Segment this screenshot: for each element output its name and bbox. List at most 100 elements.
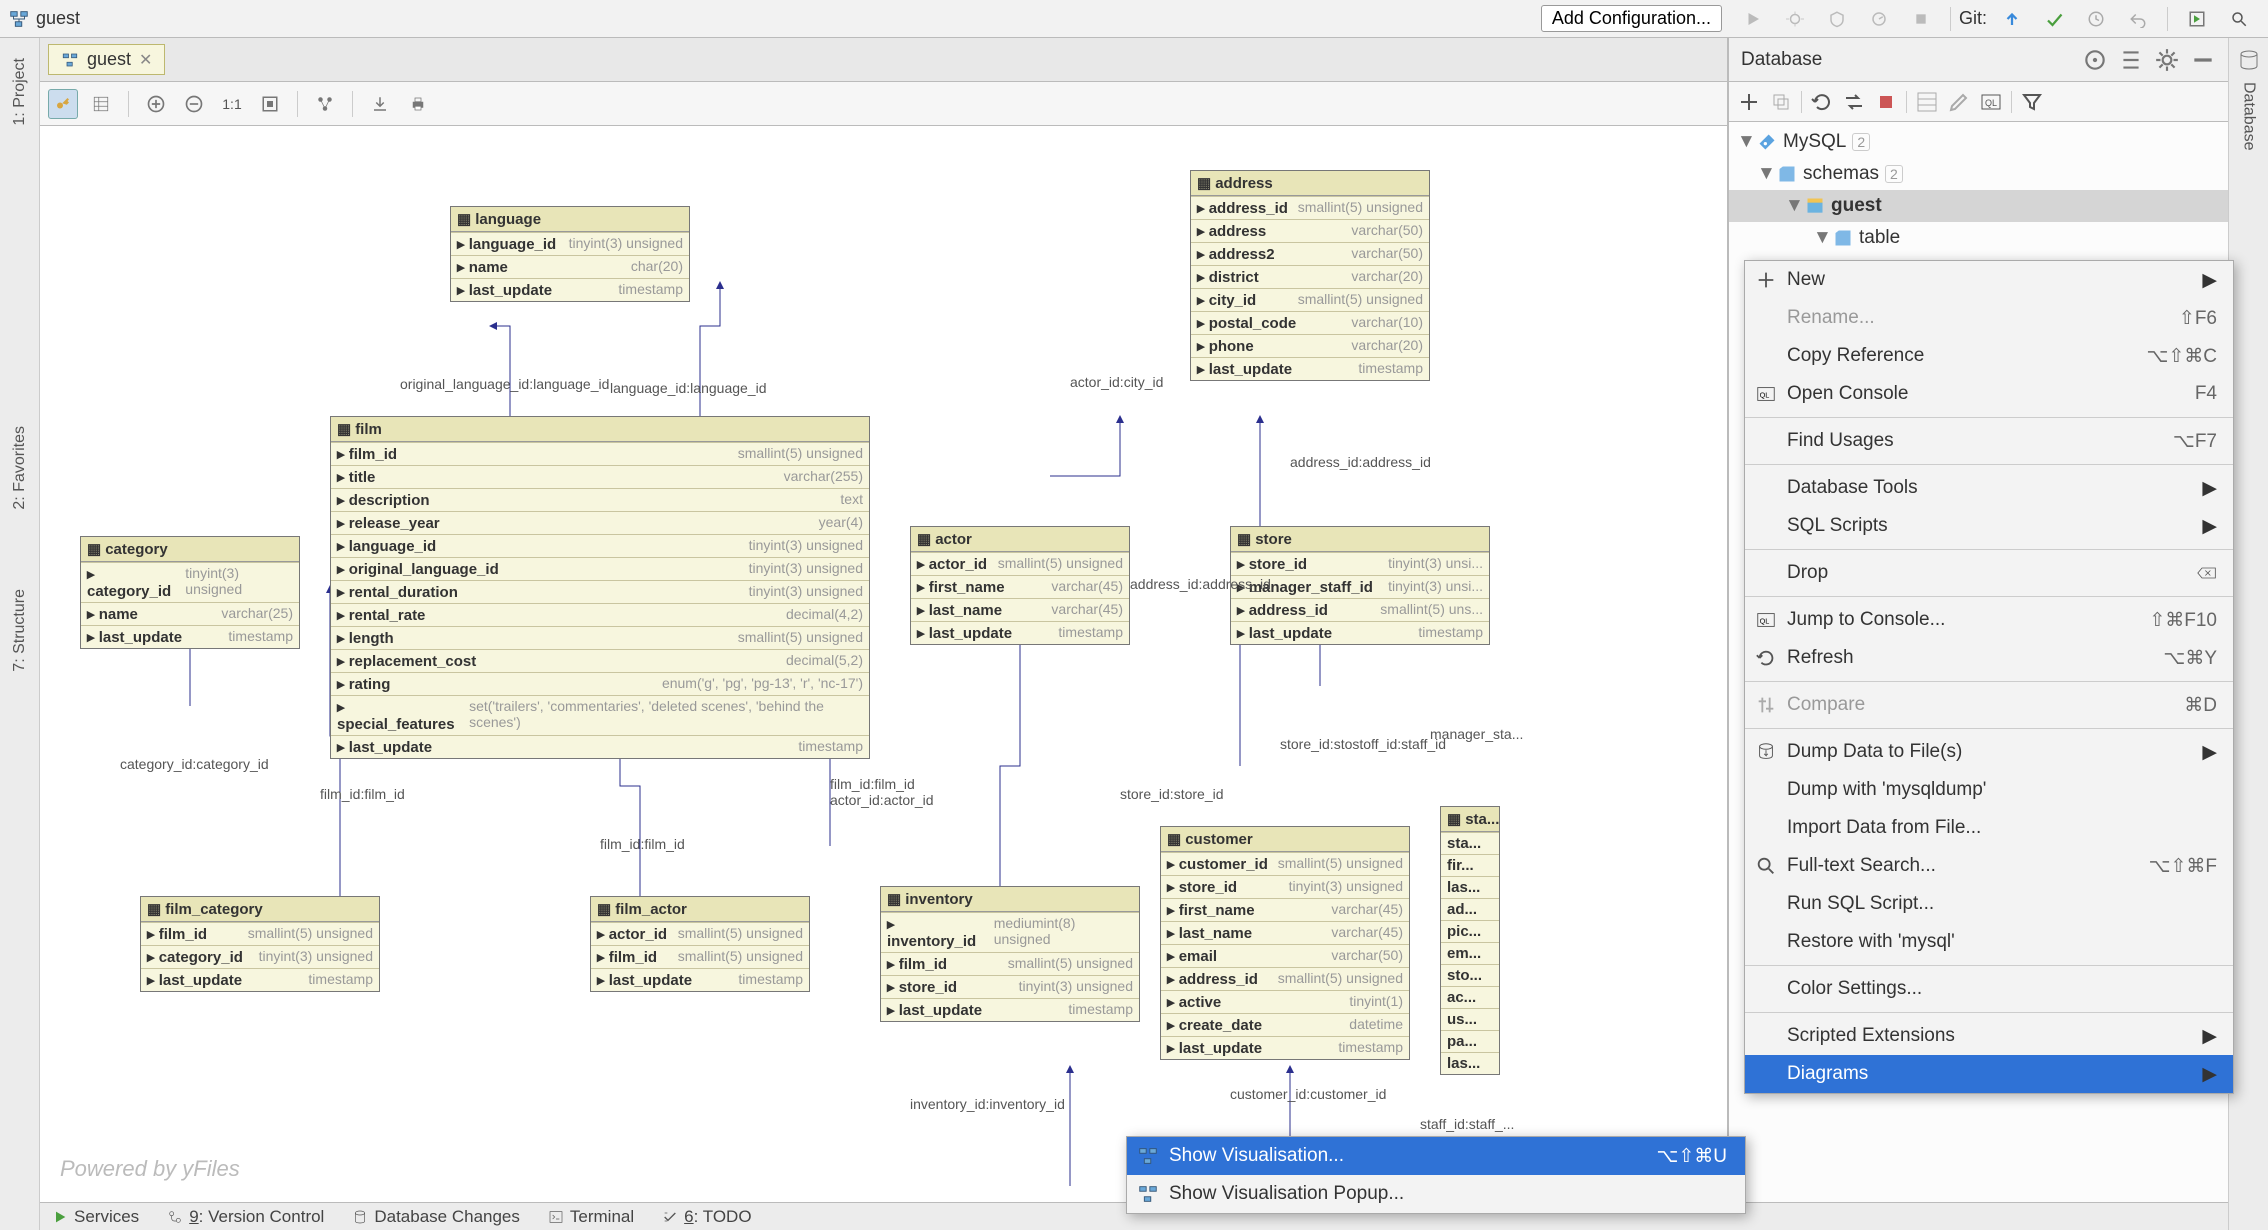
erd-column: ▸ emailvarchar(50): [1161, 944, 1409, 967]
context-menu-item[interactable]: SQL Scripts▶: [1745, 507, 2233, 545]
export-icon[interactable]: [365, 89, 395, 119]
debug-icon[interactable]: [1782, 6, 1808, 32]
db-panel-title: Database: [1741, 49, 1822, 71]
erd-column: ▸ namechar(20): [451, 255, 689, 278]
yfiles-watermark: Powered by yFiles: [60, 1156, 240, 1182]
erd-column: ▸ postal_codevarchar(10): [1191, 311, 1429, 334]
menu-item-icon: [1755, 269, 1777, 291]
run-icon[interactable]: [1740, 6, 1766, 32]
erd-column: ▸ actor_idsmallint(5) unsigned: [911, 552, 1129, 575]
run-anything-icon[interactable]: [2184, 6, 2210, 32]
tree-tables-folder[interactable]: ▼ table: [1729, 222, 2228, 254]
erd-table-customer[interactable]: ▦customer ▸ customer_idsmallint(5) unsig…: [1160, 826, 1410, 1060]
rel-label: language_id:language_id: [610, 380, 766, 396]
erd-table-language[interactable]: ▦language ▸ language_idtinyint(3) unsign…: [450, 206, 690, 302]
svg-text:QL: QL: [1985, 98, 1997, 108]
erd-table-inventory[interactable]: ▦inventory ▸ inventory_idmediumint(8) un…: [880, 886, 1140, 1022]
git-update-icon[interactable]: [1999, 6, 2025, 32]
submenu-item[interactable]: Show Visualisation Popup...: [1127, 1175, 1745, 1213]
context-menu-item[interactable]: Diagrams▶: [1745, 1055, 2233, 1093]
erd-table-category[interactable]: ▦category ▸ category_idtinyint(3) unsign…: [80, 536, 300, 649]
erd-table-actor[interactable]: ▦actor ▸ actor_idsmallint(5) unsigned▸ f…: [910, 526, 1130, 645]
breadcrumb[interactable]: guest: [36, 8, 80, 29]
context-menu-item[interactable]: QLOpen ConsoleF4: [1745, 375, 2233, 413]
diagram-canvas[interactable]: ▦language ▸ language_idtinyint(3) unsign…: [40, 126, 1727, 1202]
git-rollback-icon[interactable]: [2125, 6, 2151, 32]
tree-schemas[interactable]: ▼ schemas 2: [1729, 158, 2228, 190]
context-menu-item[interactable]: Run SQL Script...: [1745, 885, 2233, 923]
context-menu-item[interactable]: Full-text Search...⌥⇧⌘F: [1745, 847, 2233, 885]
tree-datasource[interactable]: ▼ MySQL 2: [1729, 126, 2228, 158]
erd-table-film-actor[interactable]: ▦film_actor ▸ actor_idsmallint(5) unsign…: [590, 896, 810, 992]
settings-icon[interactable]: [2154, 47, 2180, 73]
table-view-toggle[interactable]: [86, 89, 116, 119]
erd-column: ▸ release_yearyear(4): [331, 511, 869, 534]
context-menu-item[interactable]: Refresh⌥⌘Y: [1745, 639, 2233, 677]
fit-content-icon[interactable]: [255, 89, 285, 119]
context-menu-item[interactable]: Scripted Extensions▶: [1745, 1017, 2233, 1055]
hide-icon[interactable]: [2190, 47, 2216, 73]
context-menu-item[interactable]: Dump Data to File(s)▶: [1745, 733, 2233, 771]
diagram-icon: [1137, 1183, 1159, 1205]
search-everywhere-icon[interactable]: [2226, 6, 2252, 32]
bottom-tool-tab[interactable]: Services: [52, 1207, 139, 1227]
bottom-tool-tab[interactable]: 9: Version Control: [167, 1207, 324, 1227]
context-menu-item[interactable]: Dump with 'mysqldump': [1745, 771, 2233, 809]
favorites-tool-tab[interactable]: 2: Favorites: [11, 416, 29, 520]
bottom-tool-tab[interactable]: Terminal: [548, 1207, 634, 1227]
submenu-item[interactable]: Show Visualisation...⌥⇧⌘U: [1127, 1137, 1745, 1175]
context-menu-item[interactable]: QLJump to Console...⇧⌘F10: [1745, 601, 2233, 639]
rel-label: film_id:film_id: [320, 786, 405, 802]
context-menu-item[interactable]: Copy Reference⌥⇧⌘C: [1745, 337, 2233, 375]
menu-item-icon: [1755, 694, 1777, 716]
menu-item-icon: [1755, 647, 1777, 669]
profile-icon[interactable]: [1866, 6, 1892, 32]
erd-table-address[interactable]: ▦address ▸ address_idsmallint(5) unsigne…: [1190, 170, 1430, 381]
bottom-tool-tab[interactable]: 6: TODO: [662, 1207, 751, 1227]
edit-icon[interactable]: [1947, 90, 1971, 114]
bottom-tool-tab[interactable]: Database Changes: [352, 1207, 520, 1227]
layout-icon[interactable]: [310, 89, 340, 119]
target-icon[interactable]: [2082, 47, 2108, 73]
coverage-icon[interactable]: [1824, 6, 1850, 32]
context-menu-item[interactable]: Find Usages⌥F7: [1745, 422, 2233, 460]
zoom-out-icon[interactable]: [179, 89, 209, 119]
close-tab-icon[interactable]: ✕: [139, 50, 152, 70]
erd-column: ▸ address_idsmallint(5) unsigned: [1161, 967, 1409, 990]
erd-table-staff-stub[interactable]: ▦sta... sta... fir... las... ad... pic..…: [1440, 806, 1500, 1075]
project-tool-tab[interactable]: 1: Project: [11, 48, 29, 136]
structure-tool-tab[interactable]: 7: Structure: [11, 579, 29, 682]
collapse-all-icon[interactable]: [2118, 47, 2144, 73]
menu-item-icon: [1755, 477, 1777, 499]
stop-icon[interactable]: [1908, 6, 1934, 32]
tree-schema-guest[interactable]: ▼ guest: [1729, 190, 2228, 222]
erd-table-film-category[interactable]: ▦film_category ▸ film_idsmallint(5) unsi…: [140, 896, 380, 992]
context-menu-item[interactable]: New▶: [1745, 261, 2233, 299]
context-menu-item[interactable]: Import Data from File...: [1745, 809, 2233, 847]
print-icon[interactable]: [403, 89, 433, 119]
table-view-icon[interactable]: [1915, 90, 1939, 114]
context-menu-item[interactable]: Color Settings...: [1745, 970, 2233, 1008]
erd-table-film[interactable]: ▦film ▸ film_idsmallint(5) unsigned▸ tit…: [330, 416, 870, 759]
sync-icon[interactable]: [1842, 90, 1866, 114]
console-icon[interactable]: QL: [1979, 90, 2003, 114]
zoom-in-icon[interactable]: [141, 89, 171, 119]
diagram-toolbar: 1:1: [40, 82, 1727, 126]
filter-icon[interactable]: [2020, 90, 2044, 114]
new-datasource-icon[interactable]: [1737, 90, 1761, 114]
add-configuration-button[interactable]: Add Configuration...: [1541, 5, 1722, 32]
context-menu-item[interactable]: Restore with 'mysql': [1745, 923, 2233, 961]
git-history-icon[interactable]: [2083, 6, 2109, 32]
database-tool-tab[interactable]: Database: [2240, 72, 2258, 161]
diagram-icon: [8, 8, 30, 30]
editor-tab-guest[interactable]: guest ✕: [48, 44, 165, 75]
editor-tab-bar: guest ✕: [40, 38, 1727, 82]
key-columns-toggle[interactable]: [48, 89, 78, 119]
duplicate-icon[interactable]: [1769, 90, 1793, 114]
stop-refresh-icon[interactable]: [1874, 90, 1898, 114]
context-menu-item[interactable]: Drop: [1745, 554, 2233, 592]
git-commit-icon[interactable]: [2041, 6, 2067, 32]
context-menu-item[interactable]: Database Tools▶: [1745, 469, 2233, 507]
refresh-icon[interactable]: [1810, 90, 1834, 114]
zoom-reset-icon[interactable]: 1:1: [217, 89, 247, 119]
